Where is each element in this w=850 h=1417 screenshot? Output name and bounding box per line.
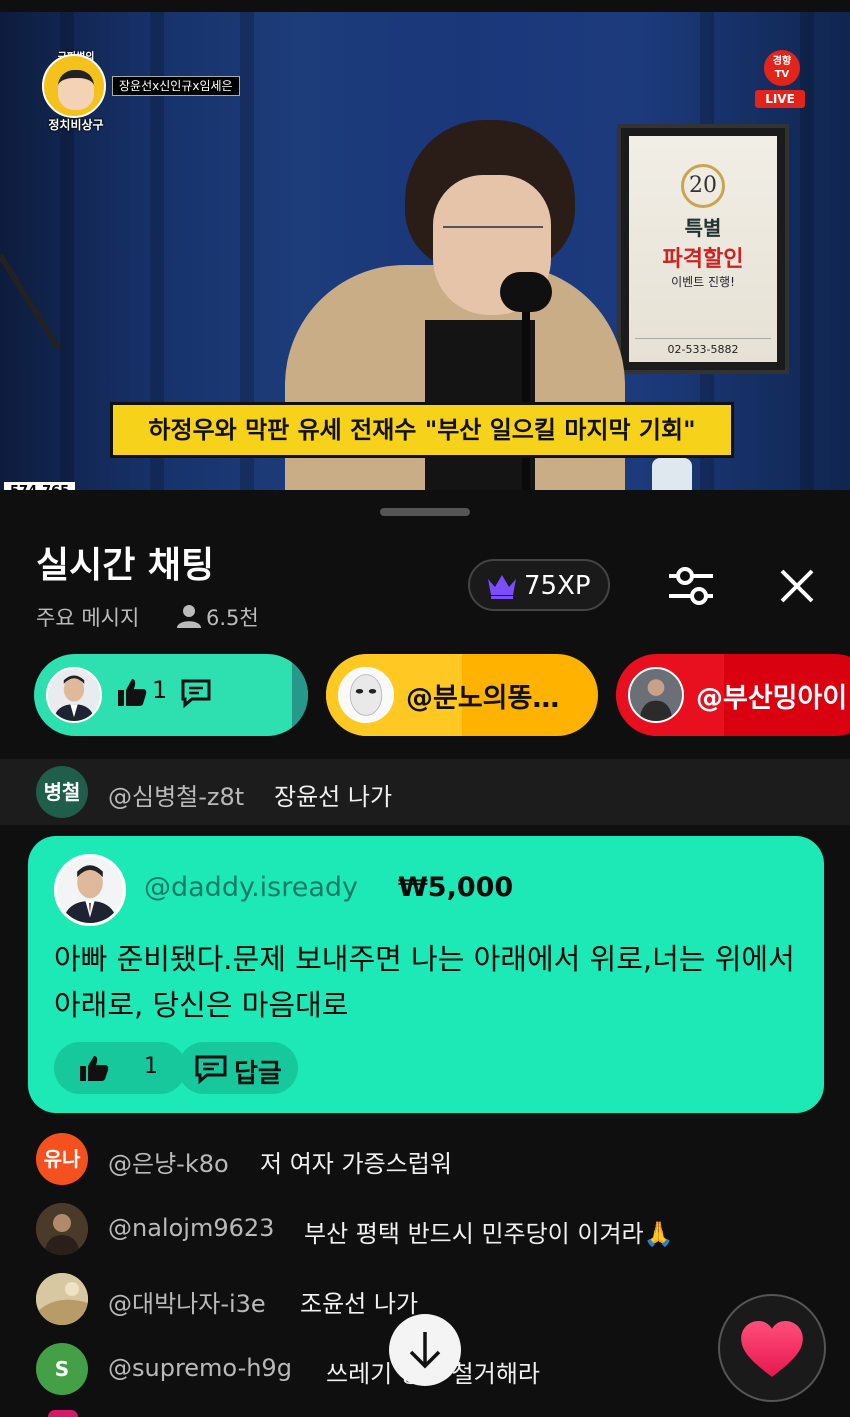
scroll-to-bottom-button[interactable] (389, 1314, 461, 1386)
status-bar (0, 0, 850, 12)
poster-line1: 특별 (684, 216, 722, 240)
chat-title: 실시간 채팅 (36, 545, 215, 586)
live-badge: LIVE (755, 90, 805, 108)
channel-logo: 경향 TV (764, 50, 800, 86)
super-chat-amount: ₩5,000 (398, 872, 514, 903)
light-stand (0, 253, 61, 350)
curtain-fold (800, 12, 814, 490)
poster-line2: 파격할인 (662, 247, 744, 272)
show-label: 정치비상구 (48, 118, 104, 132)
avatar (36, 1203, 88, 1255)
chip-progress (292, 654, 308, 736)
man-portrait-icon (57, 857, 123, 923)
avatar (338, 667, 394, 723)
like-button[interactable]: 1 (54, 1042, 186, 1094)
drag-handle[interactable] (380, 508, 470, 516)
show-logo (42, 54, 106, 118)
chat-filter-dropdown[interactable]: 주요 메시지 (36, 602, 139, 632)
man-portrait-icon (48, 669, 100, 721)
thumbs-up-icon (118, 679, 147, 706)
super-chat-username[interactable]: @daddy.isready (144, 872, 358, 903)
avatar: 병철 (36, 766, 88, 818)
sliders-icon[interactable] (665, 562, 717, 610)
photo-avatar-icon (630, 669, 682, 721)
guest-names: 장윤선x신인규x임세은 (112, 76, 240, 96)
poster-number: 20 (681, 164, 725, 208)
host-caricature (58, 70, 94, 110)
water-bottle (652, 458, 692, 490)
avatar (628, 667, 684, 723)
viewer-count: 6.5천 (206, 606, 259, 630)
super-chat-card[interactable]: @daddy.isready ₩5,000 아빠 준비됐다.문제 보내주면 나는… (28, 836, 824, 1113)
person-icon (177, 605, 201, 628)
photo-avatar-icon (36, 1203, 88, 1255)
xp-label: 75XP (524, 571, 591, 601)
comment-icon (195, 1055, 227, 1084)
chat-message[interactable]: 유나 @은냥-k8o 저 여자 가증스럽워 (0, 1126, 850, 1192)
photo-avatar-icon (36, 1273, 88, 1325)
pinned-chip-2[interactable]: @분노의똥… (326, 654, 598, 736)
video-player[interactable]: 20 특별 파격할인 이벤트 진행! 02-533-5882 구피썰의 정치비상… (0, 12, 850, 490)
chat-username[interactable]: @은냥-k8o (108, 1144, 229, 1179)
ad-poster: 20 특별 파격할인 이벤트 진행! 02-533-5882 (617, 124, 789, 374)
chat-text: 장윤선 나가 (274, 783, 393, 811)
chat-text: 저 여자 가증스럽워 (260, 1150, 452, 1178)
chat-username[interactable]: @supremo-h9g (108, 1354, 292, 1382)
avatar (54, 854, 126, 926)
chat-username[interactable]: @대박나자-i3e (108, 1284, 266, 1319)
reply-button[interactable]: 답글 (178, 1042, 298, 1094)
pinned-chip-1[interactable]: 1 (34, 654, 308, 736)
mic-stand (522, 302, 530, 490)
chat-text: 부산 평택 반드시 민주당이 이겨라🙏 (304, 1220, 674, 1248)
microphone (500, 272, 552, 312)
chip-like-count: 1 (152, 676, 168, 704)
heart-icon (741, 1321, 803, 1377)
avatar: S (36, 1343, 88, 1395)
poster-line3: 이벤트 진행! (671, 275, 735, 289)
avatar (48, 1410, 78, 1417)
xp-button[interactable]: 75XP (468, 559, 610, 611)
heart-reaction-button[interactable] (718, 1294, 826, 1402)
like-count: 1 (144, 1054, 158, 1079)
arrow-down-icon (409, 1332, 441, 1369)
avatar: 유나 (36, 1133, 88, 1185)
chip-label: @부산밍아이 (696, 683, 848, 714)
mask-icon (340, 669, 392, 721)
chat-username[interactable]: @nalojm9623 (108, 1214, 274, 1242)
pinned-chip-3[interactable]: @부산밍아이 (616, 654, 850, 736)
reply-label: 답글 (234, 1059, 282, 1089)
news-caption: 하정우와 막판 유세 전재수 "부산 일으킬 마지막 기회" (110, 402, 734, 458)
chat-message[interactable]: @nalojm9623 부산 평택 반드시 민주당이 이겨라🙏 (0, 1196, 850, 1262)
view-count: 574,765 (4, 482, 76, 490)
comment-icon (181, 679, 211, 709)
live-label: LIVE (765, 92, 795, 106)
poster-phone: 02-533-5882 (635, 338, 771, 356)
crown-icon (488, 575, 516, 599)
chat-message[interactable]: 병철 @심병철-z8t 장윤선 나가 (0, 759, 850, 825)
super-chat-text: 아빠 준비됐다.문제 보내주면 나는 아래에서 위로,너는 위에서 아래로, 당… (54, 942, 795, 1022)
chip-label: @분노의똥… (406, 683, 560, 714)
chat-username[interactable]: @심병철-z8t (108, 777, 244, 812)
avatar (36, 1273, 88, 1325)
close-icon[interactable] (776, 565, 818, 607)
thumbs-up-icon (80, 1056, 109, 1081)
glasses (443, 226, 543, 248)
avatar (46, 667, 102, 723)
